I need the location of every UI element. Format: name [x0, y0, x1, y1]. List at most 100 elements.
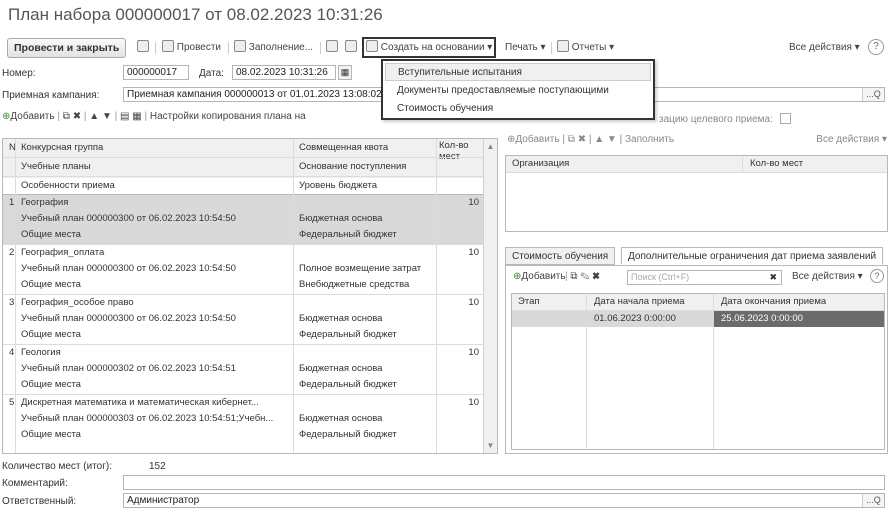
org-all-actions-button[interactable]: Все действия ▾ [816, 134, 887, 145]
help-icon[interactable]: ? [868, 39, 884, 55]
reports-menu-button[interactable]: Отчеты ▾ [557, 40, 614, 56]
left-grid-toolbar: ⊕Добавить | ⧉ ✖ | ▲ ▼ | ▤ ▦ | Настройки … [2, 111, 306, 122]
dates-search-input[interactable]: Поиск (Ctrl+F) ✖ [627, 270, 782, 285]
dates-copy-icon[interactable]: ⧉ [570, 271, 577, 282]
row-group: География_особое право [21, 297, 134, 308]
row-group: География [21, 197, 69, 208]
org-copy-icon[interactable]: ⧉ [568, 134, 575, 145]
org-delete-icon[interactable]: ✖ [578, 134, 586, 145]
dates-add-label: Добавить [521, 271, 566, 282]
settings-icon[interactable]: ▦ [132, 111, 141, 122]
row-group: Геология [21, 347, 61, 358]
print-icon-button[interactable] [326, 40, 338, 56]
save-icon[interactable] [137, 40, 149, 56]
row-number: 2 [9, 247, 15, 258]
vertical-scrollbar[interactable]: ▲ ▼ [483, 139, 497, 453]
post-and-close-button[interactable]: Провести и закрыть [7, 38, 127, 58]
number-label: Номер: [2, 68, 36, 79]
row-budget: Федеральный бюджет [299, 329, 397, 340]
row-features: Общие места [21, 229, 81, 240]
org-add-label: Добавить [515, 134, 560, 145]
scroll-down-icon[interactable]: ▼ [484, 441, 497, 450]
copy-settings-icon[interactable]: ▤ [120, 111, 129, 122]
add-button[interactable]: ⊕Добавить [2, 111, 55, 122]
row-plan: Учебный план 000000300 от 06.02.2023 10:… [21, 213, 236, 224]
post-button[interactable]: Провести [162, 40, 221, 56]
calendar-icon[interactable]: ▦ [338, 65, 352, 80]
date-label: Дата: [199, 68, 224, 79]
date-field[interactable]: 08.02.2023 10:31:26 [232, 65, 336, 80]
print-menu-button[interactable]: Печать ▾ [505, 40, 546, 56]
org-fill-button[interactable]: Заполнить [625, 134, 674, 145]
org-toolbar: ⊕Добавить | ⧉ ✖ | ▲ ▼ | Заполнить Все де… [507, 134, 887, 145]
row-start-date: 01.06.2023 0:00:00 [594, 313, 676, 324]
row-number: 3 [9, 297, 15, 308]
dates-help-icon[interactable]: ? [870, 269, 884, 283]
row-budget: Внебюджетные средства [299, 279, 410, 290]
tab-date-restrictions[interactable]: Дополнительные ограничения дат приема за… [621, 247, 884, 265]
clear-search-icon[interactable]: ✖ [769, 271, 777, 284]
header-stage: Этап [518, 296, 540, 307]
org-down-icon[interactable]: ▼ [607, 134, 617, 145]
org-all-actions-label: Все действия [816, 134, 880, 145]
move-down-icon[interactable]: ▼ [102, 111, 112, 122]
structure-icon-button[interactable] [345, 40, 357, 56]
print-label: Печать [505, 42, 538, 53]
header-plans: Учебные планы [21, 161, 91, 172]
number-field[interactable]: 000000017 [123, 65, 189, 80]
fill-icon [234, 40, 246, 52]
competitive-groups-table: N Конкурсная группа Совмещенная квота Ко… [2, 138, 498, 454]
dates-add-button[interactable]: ⊕Добавить [513, 271, 566, 282]
row-plan: Учебный план 000000300 от 06.02.2023 10:… [21, 313, 236, 324]
responsible-value: Администратор [127, 495, 200, 506]
select-icon[interactable]: ...Q [862, 88, 884, 101]
create-based-on-button[interactable]: Создать на основании ▾ [362, 37, 497, 58]
menu-item-entrance-exams[interactable]: Вступительные испытания [385, 63, 651, 81]
header-org-count: Кол-во мест [750, 158, 804, 169]
menu-item-tuition-cost[interactable]: Стоимость обучения [385, 100, 651, 118]
tab-tuition-cost[interactable]: Стоимость обучения [505, 247, 616, 265]
row-features: Общие места [21, 379, 81, 390]
dates-delete-icon[interactable]: ✖ [592, 271, 600, 282]
fill-button[interactable]: Заполнение... [234, 40, 313, 56]
header-start-date: Дата начала приема [594, 296, 685, 307]
responsible-field[interactable]: Администратор ...Q [123, 493, 885, 508]
create-based-label: Создать на основании [380, 42, 485, 53]
row-features: Общие места [21, 429, 81, 440]
row-basis: Бюджетная основа [299, 313, 383, 324]
all-actions-label: Все действия [789, 42, 852, 53]
row-basis: Полное возмещение затрат [299, 263, 422, 274]
total-value: 152 [149, 461, 166, 472]
dates-all-actions-button[interactable]: Все действия ▾ [792, 271, 863, 282]
header-basis: Основание поступления [299, 161, 407, 172]
row-budget: Федеральный бюджет [299, 429, 397, 440]
responsible-select-icon[interactable]: ...Q [862, 494, 884, 507]
target-admission-checkbox[interactable] [780, 113, 791, 124]
org-up-icon[interactable]: ▲ [594, 134, 604, 145]
header-quota: Совмещенная квота [299, 142, 389, 153]
delete-icon[interactable]: ✖ [73, 111, 81, 122]
row-plan: Учебный план 000000303 от 06.02.2023 10:… [21, 413, 274, 424]
copy-settings-button[interactable]: Настройки копирования плана на [150, 111, 306, 122]
post-icon [162, 40, 174, 52]
scroll-up-icon[interactable]: ▲ [484, 142, 497, 151]
row-basis: Бюджетная основа [299, 213, 383, 224]
menu-item-documents[interactable]: Документы предоставляемые поступающими [385, 82, 651, 100]
reports-icon [557, 40, 569, 52]
campaign-value: Приемная кампания 000000013 от 01.01.202… [127, 89, 382, 100]
dates-edit-icon[interactable]: ✎ [580, 271, 589, 282]
row-budget: Федеральный бюджет [299, 229, 397, 240]
row-count: 10 [468, 247, 479, 258]
header-budget: Уровень бюджета [299, 180, 377, 191]
all-actions-button[interactable]: Все действия ▾ [789, 40, 860, 56]
row-count: 10 [468, 347, 479, 358]
copy-row-icon[interactable]: ⧉ [63, 111, 70, 122]
total-label: Количество мест (итог): [2, 461, 112, 472]
move-up-icon[interactable]: ▲ [89, 111, 99, 122]
campaign-label: Приемная кампания: [2, 90, 100, 101]
target-admission-label: зацию целевого приема: [659, 114, 773, 125]
org-add-button[interactable]: ⊕Добавить [507, 134, 560, 145]
row-number: 4 [9, 347, 15, 358]
header-count: Кол-во мест [439, 140, 469, 162]
comment-field[interactable] [123, 475, 885, 490]
